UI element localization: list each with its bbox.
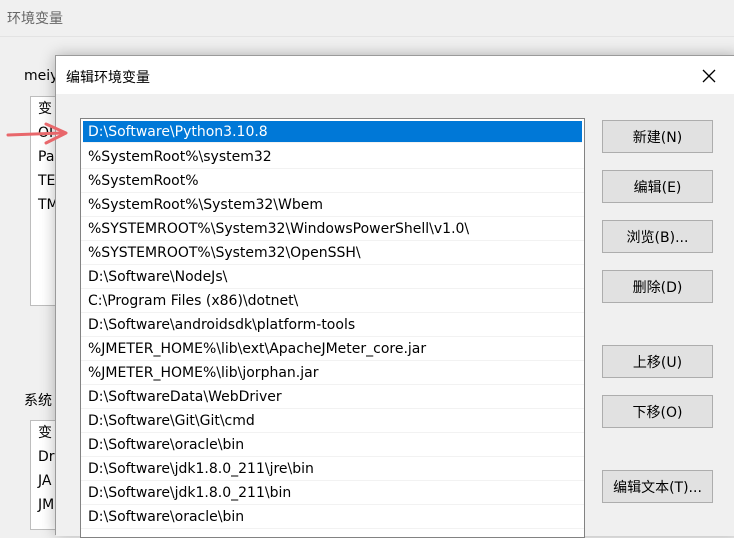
dialog-titlebar: 编辑环境变量	[56, 56, 734, 94]
edit-text-button[interactable]: 编辑文本(T)...	[602, 470, 713, 503]
path-row[interactable]: %SystemRoot%\System32\Wbem	[81, 193, 584, 217]
browse-button[interactable]: 浏览(B)...	[602, 220, 713, 253]
system-variables-label: 系统	[24, 393, 52, 409]
path-row[interactable]: D:\Software\NodeJs\	[81, 265, 584, 289]
edit-button[interactable]: 编辑(E)	[602, 170, 713, 203]
path-row[interactable]: D:\Software\androidsdk\platform-tools	[81, 313, 584, 337]
path-row[interactable]: C:\Program Files (x86)\dotnet\	[81, 289, 584, 313]
path-row[interactable]: %SYSTEMROOT%\System32\WindowsPowerShell\…	[81, 217, 584, 241]
move-down-button[interactable]: 下移(O)	[602, 395, 713, 428]
path-row[interactable]: D:\Software\jdk1.8.0_211\jre\bin	[81, 457, 584, 481]
path-row[interactable]: %SYSTEMROOT%\System32\OpenSSH\	[81, 241, 584, 265]
dialog-title: 编辑环境变量	[66, 70, 150, 86]
path-row[interactable]: D:\Software\Git\Git\cmd	[81, 409, 584, 433]
path-row[interactable]: %JMETER_HOME%\lib\jorphan.jar	[81, 361, 584, 385]
close-icon	[702, 69, 716, 83]
close-button[interactable]	[692, 63, 726, 89]
path-row[interactable]: D:\Software\oracle\bin	[81, 505, 584, 529]
new-button[interactable]: 新建(N)	[602, 120, 713, 153]
delete-button[interactable]: 删除(D)	[602, 270, 713, 303]
path-row[interactable]: %SystemRoot%\system32	[81, 145, 584, 169]
move-up-button[interactable]: 上移(U)	[602, 345, 713, 378]
window-title: 环境变量	[7, 11, 63, 27]
path-row[interactable]: D:\SoftwareData\WebDriver	[81, 385, 584, 409]
path-row[interactable]: D:\Software\oracle\bin	[81, 433, 584, 457]
edit-environment-variable-dialog: 编辑环境变量 D:\Software\Python3.10.8 %SystemR…	[55, 55, 734, 538]
path-row[interactable]: %JMETER_HOME%\lib\ext\ApacheJMeter_core.…	[81, 337, 584, 361]
path-list[interactable]: D:\Software\Python3.10.8 %SystemRoot%\sy…	[80, 118, 585, 538]
dialog-content: D:\Software\Python3.10.8 %SystemRoot%\sy…	[56, 94, 734, 538]
path-row-selected[interactable]: D:\Software\Python3.10.8	[83, 121, 582, 143]
arrow-annotation-icon	[6, 122, 68, 145]
user-variables-label: meiy	[24, 68, 59, 84]
path-row[interactable]: D:\Software\jdk1.8.0_211\bin	[81, 481, 584, 505]
path-row[interactable]: %SystemRoot%	[81, 169, 584, 193]
